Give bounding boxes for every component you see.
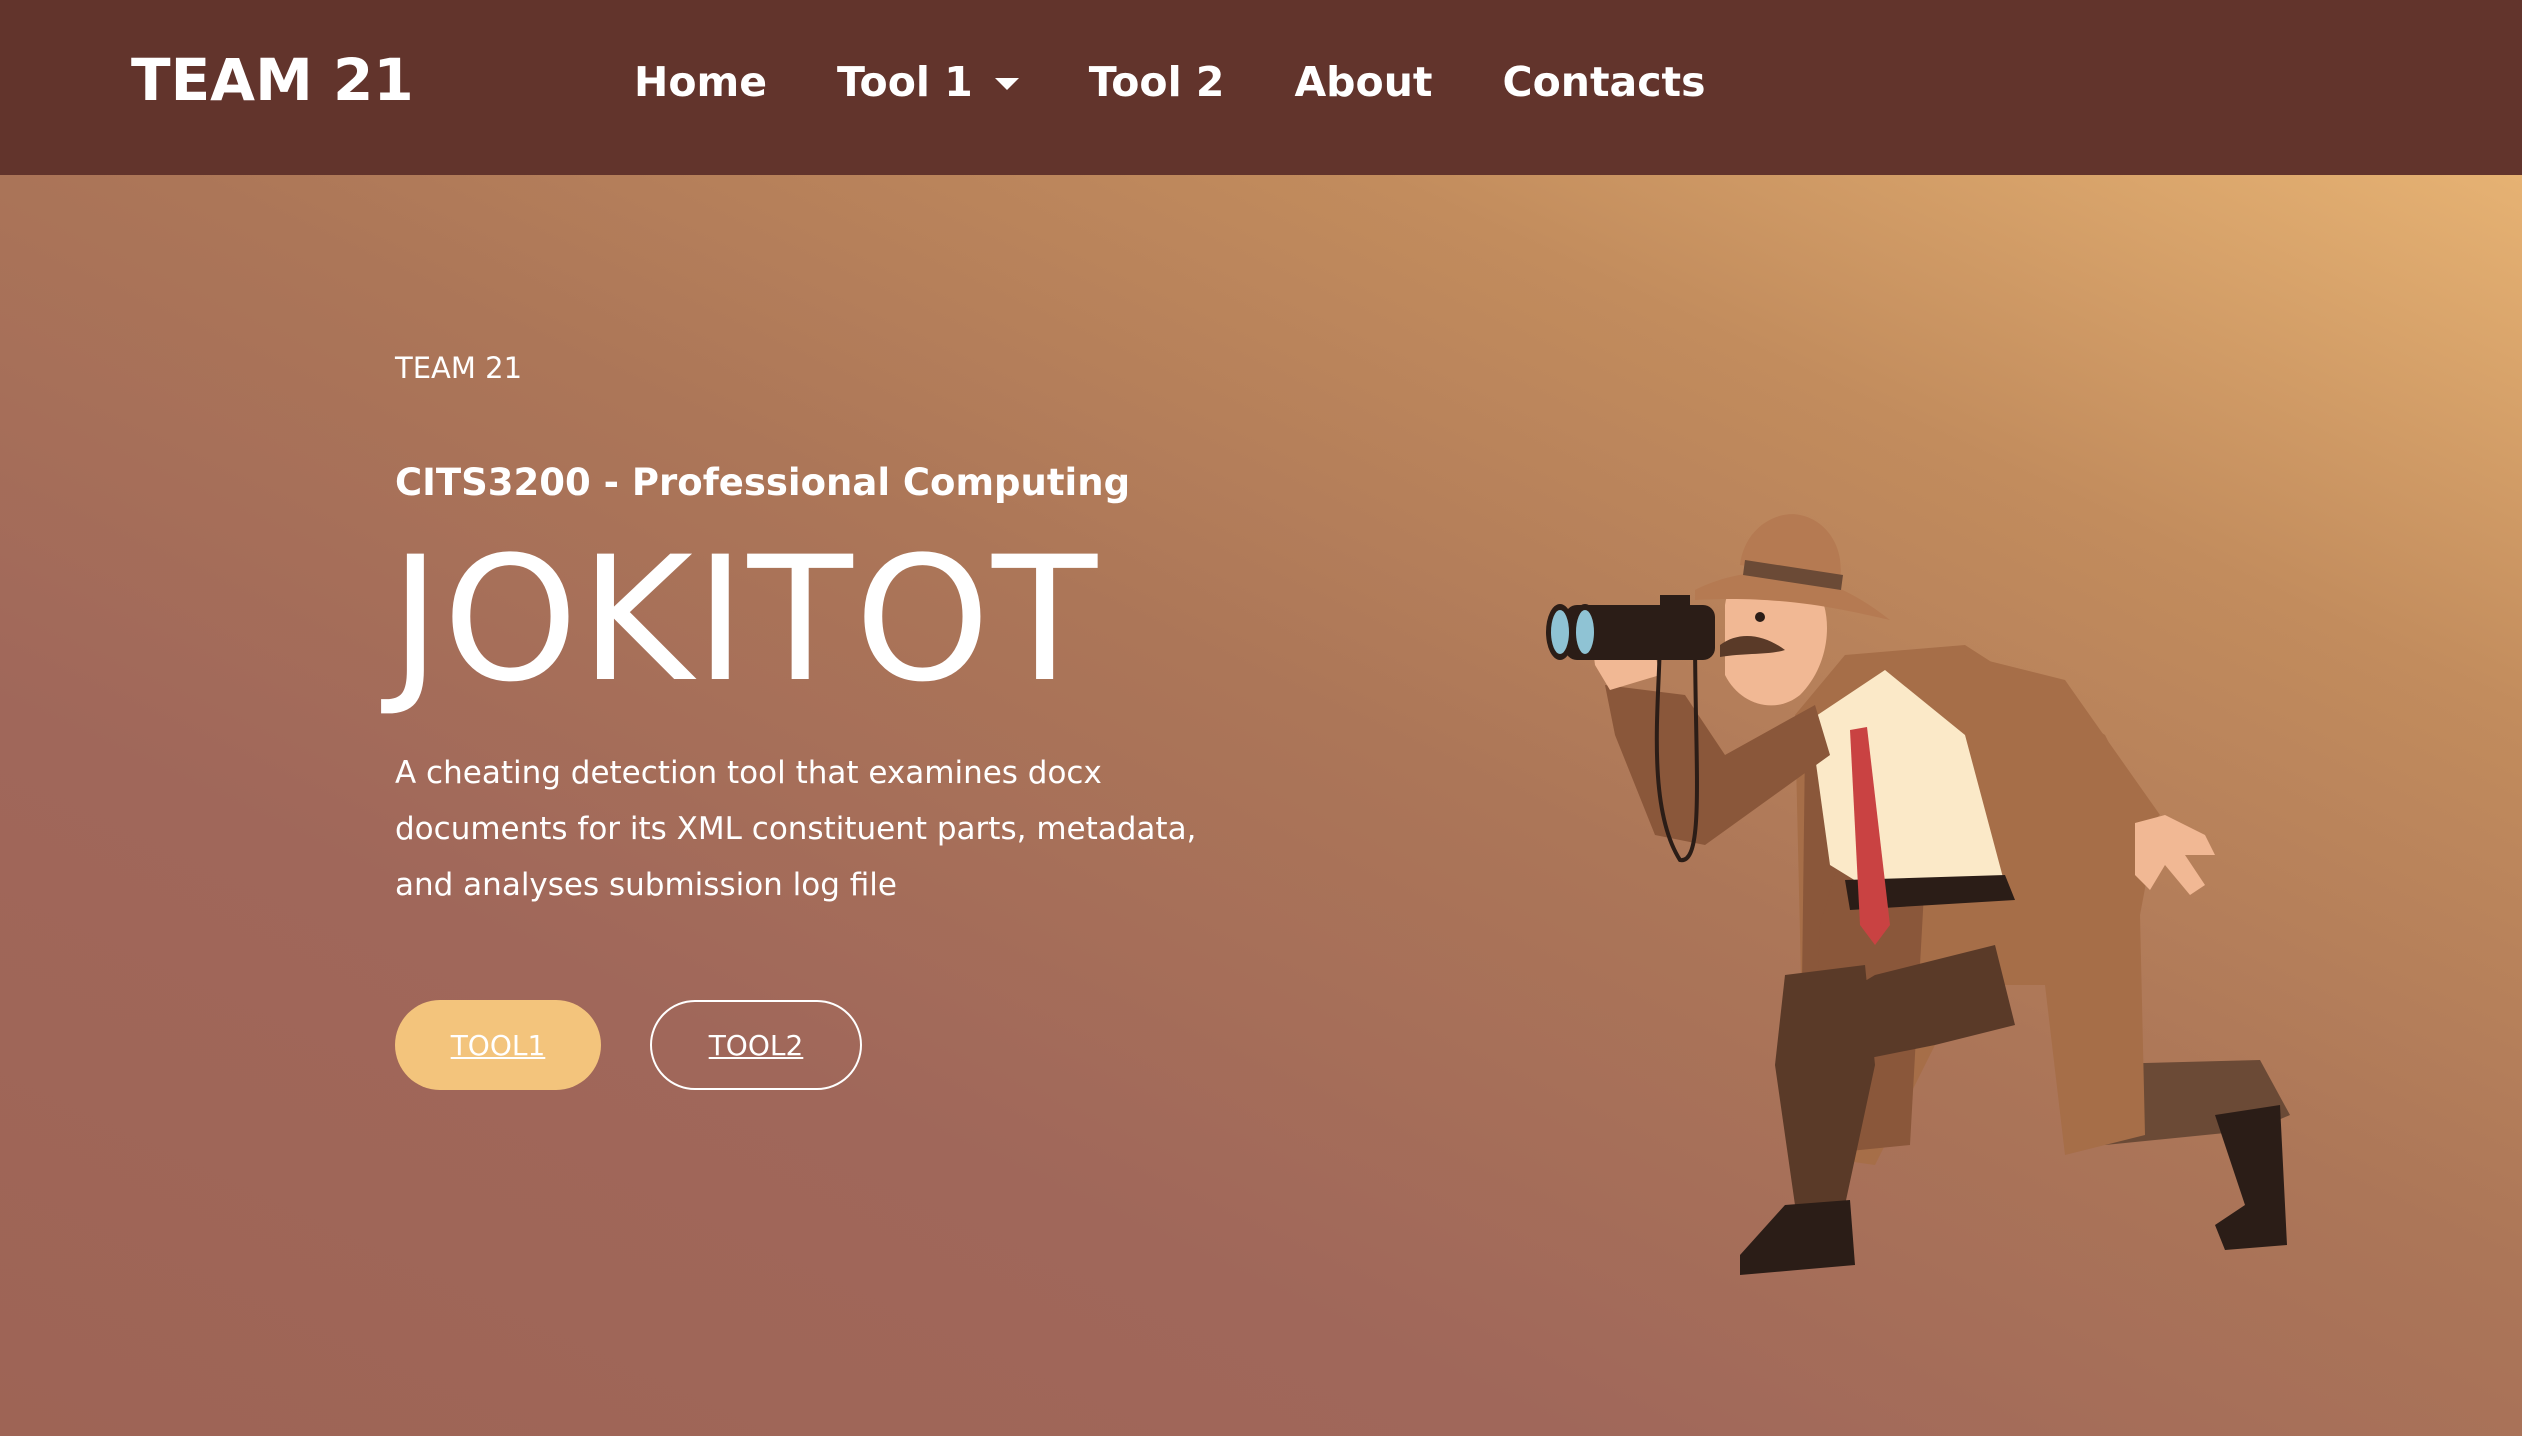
nav-item-label: Tool 1 [837,58,973,106]
hero-title: JOKITOT [390,519,1100,720]
tool1-button[interactable]: TOOL1 [395,1000,601,1090]
main-nav: Home Tool 1 Tool 2 About Contacts [634,50,1706,114]
nav-item-label: Home [634,58,768,106]
navbar: TEAM 21 Home Tool 1 Tool 2 About Contact… [0,0,2522,175]
chevron-down-icon[interactable] [994,78,1019,90]
nav-item-tool1[interactable]: Tool 1 [837,58,1019,106]
nav-item-home[interactable]: Home [634,58,767,106]
tool2-button-label: TOOL2 [708,1028,804,1062]
page: TEAM 21 Home Tool 1 Tool 2 About Contact… [0,0,2522,1436]
hero-eyebrow: TEAM 21 [395,351,523,385]
hero-subtitle: CITS3200 - Professional Computing [395,461,1131,504]
tool1-button-label: TOOL1 [450,1028,546,1062]
detective-with-binoculars-icon [1546,514,2290,1275]
nav-item-label: Contacts [1502,58,1706,106]
hero-description: A cheating detection tool that examines … [395,755,1197,903]
nav-item-tool2[interactable]: Tool 2 [1089,58,1225,106]
brand-logo[interactable]: TEAM 21 [131,44,414,116]
nav-item-contacts[interactable]: Contacts [1503,58,1706,106]
nav-item-label: About [1294,58,1433,106]
tool2-button[interactable]: TOOL2 [650,1000,862,1090]
nav-item-about[interactable]: About [1294,58,1432,106]
nav-item-label: Tool 2 [1088,58,1225,106]
